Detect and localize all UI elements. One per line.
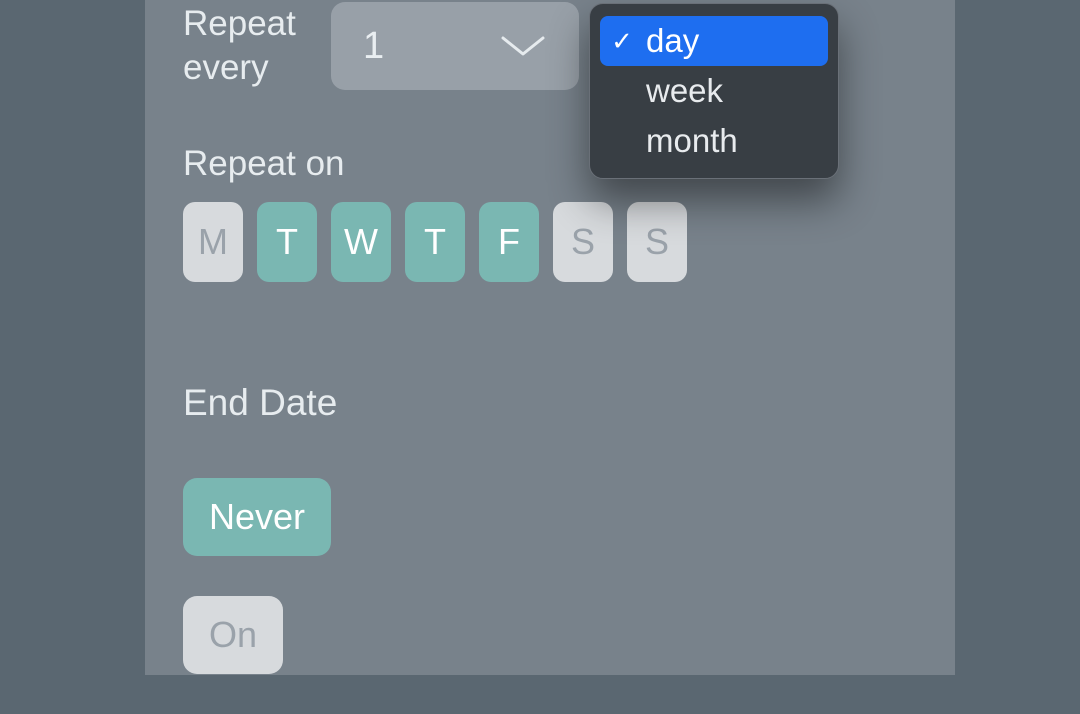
- day-chip-0[interactable]: M: [183, 202, 243, 282]
- day-chip-2[interactable]: W: [331, 202, 391, 282]
- unit-dropdown-menu[interactable]: ✓ day week month: [589, 3, 839, 179]
- interval-value: 1: [363, 25, 384, 68]
- day-letter: S: [571, 221, 595, 263]
- day-chip-3[interactable]: T: [405, 202, 465, 282]
- chevron-down-icon: [499, 34, 547, 58]
- end-never-label: Never: [209, 496, 305, 537]
- day-letter: T: [276, 221, 298, 263]
- interval-dropdown[interactable]: 1: [331, 2, 579, 90]
- unit-option-label: week: [646, 72, 818, 110]
- day-chip-4[interactable]: F: [479, 202, 539, 282]
- unit-option-month[interactable]: month: [600, 116, 828, 166]
- day-chip-6[interactable]: S: [627, 202, 687, 282]
- end-on-label: On: [209, 614, 257, 655]
- day-letter: F: [498, 221, 520, 263]
- day-letter: S: [645, 221, 669, 263]
- end-date-label: End Date: [183, 382, 917, 424]
- unit-option-label: day: [646, 22, 818, 60]
- repeat-every-label: Repeat every: [183, 2, 293, 90]
- end-never-button[interactable]: Never: [183, 478, 331, 556]
- day-chip-1[interactable]: T: [257, 202, 317, 282]
- unit-option-week[interactable]: week: [600, 66, 828, 116]
- days-row: MTWTFSS: [183, 202, 917, 282]
- day-chip-5[interactable]: S: [553, 202, 613, 282]
- checkmark-icon: ✓: [610, 26, 634, 57]
- unit-option-day[interactable]: ✓ day: [600, 16, 828, 66]
- end-on-button[interactable]: On: [183, 596, 283, 674]
- day-letter: W: [344, 221, 378, 263]
- day-letter: M: [198, 221, 228, 263]
- unit-option-label: month: [646, 122, 818, 160]
- day-letter: T: [424, 221, 446, 263]
